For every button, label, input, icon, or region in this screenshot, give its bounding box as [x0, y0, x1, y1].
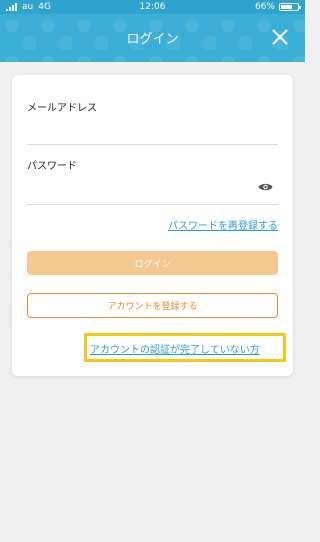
- battery-icon: [279, 3, 301, 11]
- login-card: メールアドレス パスワード パスワードを再登録する ログイン アカウントを登録す…: [12, 75, 293, 376]
- status-right: 66%: [254, 2, 301, 12]
- login-button[interactable]: ログイン: [27, 251, 278, 275]
- header: ログイン: [0, 14, 305, 62]
- email-label: メールアドレス: [27, 103, 97, 114]
- reset-password-link[interactable]: パスワードを再登録する: [168, 217, 278, 232]
- page-title: ログイン: [126, 32, 179, 47]
- status-bar: au 4G 12:06 66%: [0, 0, 305, 14]
- email-underline: [27, 144, 278, 145]
- register-button[interactable]: アカウントを登録する: [27, 293, 278, 318]
- password-field[interactable]: [27, 178, 252, 198]
- email-field[interactable]: [27, 123, 278, 143]
- battery-percent: 66%: [254, 2, 275, 12]
- eye-icon[interactable]: [258, 182, 273, 192]
- battery-fill: [281, 5, 292, 9]
- unverified-account-link[interactable]: アカウントの認証が完了していない方: [90, 341, 260, 356]
- password-label: パスワード: [27, 161, 77, 172]
- password-underline: [27, 204, 278, 205]
- close-icon[interactable]: [269, 26, 291, 48]
